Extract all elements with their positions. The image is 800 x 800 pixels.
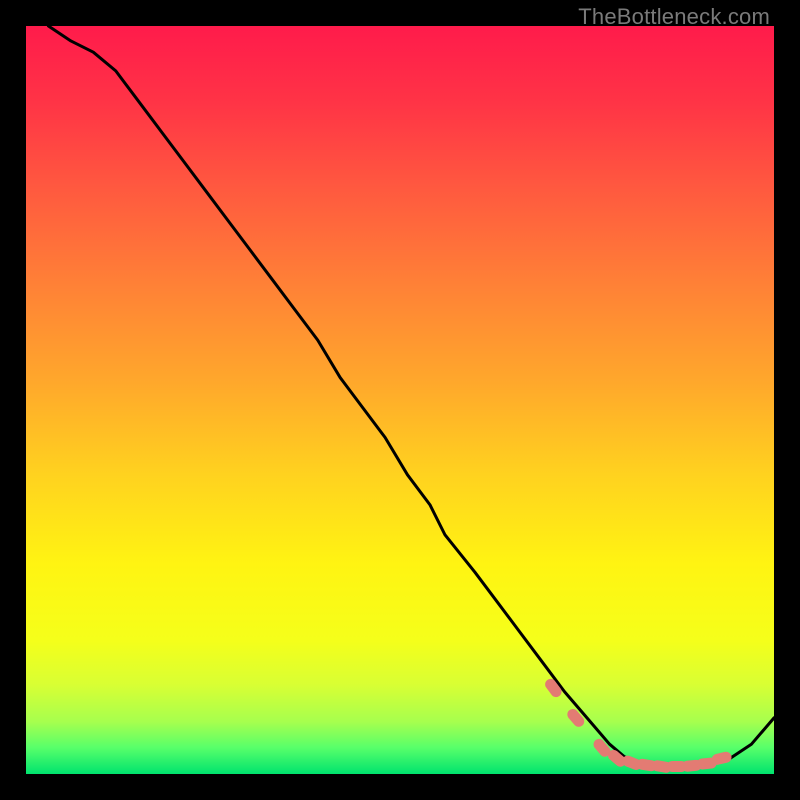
gradient-background (26, 26, 774, 774)
watermark-text: TheBottleneck.com (578, 4, 770, 30)
bottleneck-chart (26, 26, 774, 774)
chart-frame (26, 26, 774, 774)
